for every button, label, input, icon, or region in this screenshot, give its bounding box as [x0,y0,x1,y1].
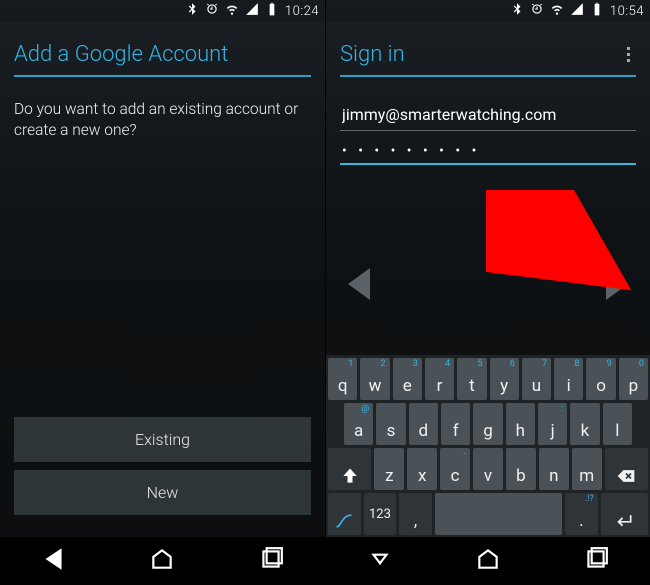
signal-icon [570,2,584,20]
swift-key[interactable] [328,493,361,535]
key-d[interactable]: d [409,403,438,445]
bluetooth-icon [185,2,199,20]
key-z[interactable]: z [374,448,404,490]
battery-icon [265,2,279,20]
key-i[interactable]: i8 [554,358,583,400]
home-icon[interactable] [475,546,501,576]
body-area: • • • • • • • • • [326,77,650,165]
key-u[interactable]: u7 [522,358,551,400]
status-clock: 10:24 [285,4,319,19]
key-b[interactable]: b [506,448,536,490]
key-a[interactable]: a@ [344,403,373,445]
back-ime-icon[interactable] [367,546,393,576]
bluetooth-icon [510,2,524,20]
key-c[interactable]: c- [440,448,470,490]
wifi-icon [225,2,239,20]
key-r[interactable]: r4 [425,358,454,400]
battery-icon [590,2,604,20]
password-field[interactable]: • • • • • • • • • [340,137,636,165]
prompt-text: Do you want to add an existing account o… [14,99,311,141]
comma-key[interactable]: , [399,493,432,535]
recents-icon[interactable] [583,546,609,576]
page-title: Sign in [340,42,405,67]
phone-left: 10:24 Add a Google Account Do you want t… [0,0,325,585]
key-s[interactable]: s [376,403,405,445]
email-field[interactable] [340,99,636,131]
key-k[interactable]: k [570,403,599,445]
recents-icon[interactable] [258,546,284,576]
symbols-key[interactable]: 123 [364,493,397,535]
screen-header: Sign in [326,22,650,75]
wizard-nav [326,268,650,300]
key-n[interactable]: n [539,448,569,490]
enter-key[interactable] [601,493,648,535]
backspace-key[interactable] [605,448,648,490]
new-button[interactable]: New [14,470,311,515]
overflow-menu-icon[interactable] [620,45,636,65]
key-y[interactable]: y6 [490,358,519,400]
signal-icon [245,2,259,20]
phone-right: 10:54 Sign in • • • • • • • • • q1w2e3r4… [325,0,650,585]
status-clock: 10:54 [610,4,644,19]
key-j[interactable]: j: [538,403,567,445]
key-g[interactable]: g [473,403,502,445]
next-button[interactable] [606,268,628,300]
key-p[interactable]: p0 [619,358,648,400]
key-w[interactable]: w2 [360,358,389,400]
wifi-icon [550,2,564,20]
period-key[interactable]: ..!? [565,493,598,535]
key-q[interactable]: q1 [328,358,357,400]
system-navbar [0,537,325,585]
prev-button[interactable] [348,268,370,300]
key-e[interactable]: e3 [393,358,422,400]
page-title: Add a Google Account [14,42,228,67]
key-x[interactable]: x [407,448,437,490]
home-icon[interactable] [149,546,175,576]
soft-keyboard: q1w2e3r4t5y6u7i8o9p0 a@sdfghj:kl zxc-vbn… [326,355,650,537]
shift-key[interactable] [328,448,371,490]
key-t[interactable]: t5 [457,358,486,400]
key-o[interactable]: o9 [586,358,615,400]
status-bar: 10:24 [0,0,325,22]
existing-button[interactable]: Existing [14,417,311,462]
back-icon[interactable] [41,546,67,576]
button-stack: Existing New [14,417,311,515]
alarm-icon [530,2,544,20]
key-f[interactable]: f [441,403,470,445]
alarm-icon [205,2,219,20]
status-bar: 10:54 [326,0,650,22]
space-key[interactable] [435,493,562,535]
system-navbar [326,537,650,585]
screen-header: Add a Google Account [0,22,325,75]
key-m[interactable]: m [572,448,602,490]
body-area: Do you want to add an existing account o… [0,77,325,141]
header-divider [14,75,311,77]
key-h[interactable]: h [506,403,535,445]
key-v[interactable]: v [473,448,503,490]
key-l[interactable]: l [603,403,632,445]
header-divider [340,75,636,77]
